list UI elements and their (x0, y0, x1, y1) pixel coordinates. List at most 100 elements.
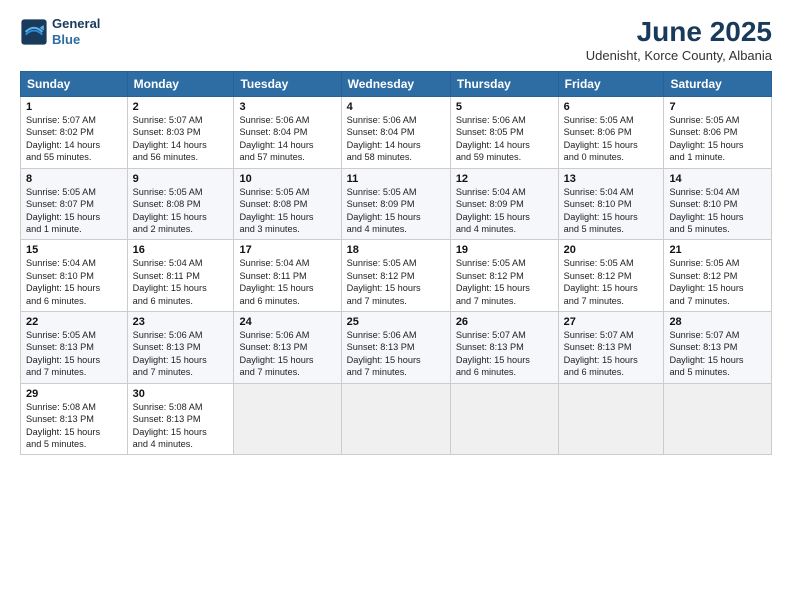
logo-general: General (52, 16, 100, 32)
col-wednesday: Wednesday (341, 72, 450, 97)
table-row: 17Sunrise: 5:04 AMSunset: 8:11 PMDayligh… (234, 240, 341, 312)
day-number: 1 (26, 101, 122, 113)
calendar: Sunday Monday Tuesday Wednesday Thursday… (20, 71, 772, 455)
day-number: 11 (347, 173, 445, 185)
col-saturday: Saturday (664, 72, 772, 97)
day-info: Sunrise: 5:06 AMSunset: 8:13 PMDaylight:… (239, 329, 335, 379)
table-row (664, 383, 772, 455)
day-info: Sunrise: 5:04 AMSunset: 8:09 PMDaylight:… (456, 186, 553, 236)
col-friday: Friday (558, 72, 664, 97)
table-row: 24Sunrise: 5:06 AMSunset: 8:13 PMDayligh… (234, 312, 341, 384)
calendar-week-row: 8Sunrise: 5:05 AMSunset: 8:07 PMDaylight… (21, 168, 772, 240)
table-row: 3Sunrise: 5:06 AMSunset: 8:04 PMDaylight… (234, 97, 341, 169)
table-row: 10Sunrise: 5:05 AMSunset: 8:08 PMDayligh… (234, 168, 341, 240)
day-info: Sunrise: 5:07 AMSunset: 8:13 PMDaylight:… (456, 329, 553, 379)
day-info: Sunrise: 5:06 AMSunset: 8:13 PMDaylight:… (347, 329, 445, 379)
day-number: 23 (133, 316, 229, 328)
day-number: 25 (347, 316, 445, 328)
day-info: Sunrise: 5:07 AMSunset: 8:02 PMDaylight:… (26, 114, 122, 164)
day-info: Sunrise: 5:05 AMSunset: 8:09 PMDaylight:… (347, 186, 445, 236)
table-row: 20Sunrise: 5:05 AMSunset: 8:12 PMDayligh… (558, 240, 664, 312)
table-row: 22Sunrise: 5:05 AMSunset: 8:13 PMDayligh… (21, 312, 128, 384)
day-info: Sunrise: 5:07 AMSunset: 8:03 PMDaylight:… (133, 114, 229, 164)
day-info: Sunrise: 5:05 AMSunset: 8:13 PMDaylight:… (26, 329, 122, 379)
day-info: Sunrise: 5:05 AMSunset: 8:12 PMDaylight:… (456, 257, 553, 307)
day-number: 17 (239, 244, 335, 256)
table-row: 8Sunrise: 5:05 AMSunset: 8:07 PMDaylight… (21, 168, 128, 240)
day-number: 13 (564, 173, 659, 185)
table-row: 15Sunrise: 5:04 AMSunset: 8:10 PMDayligh… (21, 240, 128, 312)
calendar-week-row: 29Sunrise: 5:08 AMSunset: 8:13 PMDayligh… (21, 383, 772, 455)
table-row: 28Sunrise: 5:07 AMSunset: 8:13 PMDayligh… (664, 312, 772, 384)
day-number: 21 (669, 244, 766, 256)
table-row: 29Sunrise: 5:08 AMSunset: 8:13 PMDayligh… (21, 383, 128, 455)
day-number: 26 (456, 316, 553, 328)
day-number: 7 (669, 101, 766, 113)
day-info: Sunrise: 5:05 AMSunset: 8:07 PMDaylight:… (26, 186, 122, 236)
table-row (341, 383, 450, 455)
calendar-week-row: 1Sunrise: 5:07 AMSunset: 8:02 PMDaylight… (21, 97, 772, 169)
table-row: 1Sunrise: 5:07 AMSunset: 8:02 PMDaylight… (21, 97, 128, 169)
table-row: 21Sunrise: 5:05 AMSunset: 8:12 PMDayligh… (664, 240, 772, 312)
day-info: Sunrise: 5:04 AMSunset: 8:10 PMDaylight:… (564, 186, 659, 236)
day-info: Sunrise: 5:04 AMSunset: 8:11 PMDaylight:… (133, 257, 229, 307)
day-number: 20 (564, 244, 659, 256)
day-number: 27 (564, 316, 659, 328)
day-info: Sunrise: 5:06 AMSunset: 8:13 PMDaylight:… (133, 329, 229, 379)
table-row (450, 383, 558, 455)
day-number: 2 (133, 101, 229, 113)
day-number: 29 (26, 388, 122, 400)
day-info: Sunrise: 5:07 AMSunset: 8:13 PMDaylight:… (669, 329, 766, 379)
table-row: 26Sunrise: 5:07 AMSunset: 8:13 PMDayligh… (450, 312, 558, 384)
col-sunday: Sunday (21, 72, 128, 97)
day-info: Sunrise: 5:04 AMSunset: 8:11 PMDaylight:… (239, 257, 335, 307)
day-info: Sunrise: 5:05 AMSunset: 8:08 PMDaylight:… (239, 186, 335, 236)
table-row: 9Sunrise: 5:05 AMSunset: 8:08 PMDaylight… (127, 168, 234, 240)
month-title: June 2025 (586, 16, 772, 48)
day-number: 4 (347, 101, 445, 113)
day-info: Sunrise: 5:04 AMSunset: 8:10 PMDaylight:… (669, 186, 766, 236)
day-number: 19 (456, 244, 553, 256)
table-row (234, 383, 341, 455)
day-info: Sunrise: 5:05 AMSunset: 8:12 PMDaylight:… (347, 257, 445, 307)
table-row: 25Sunrise: 5:06 AMSunset: 8:13 PMDayligh… (341, 312, 450, 384)
table-row: 19Sunrise: 5:05 AMSunset: 8:12 PMDayligh… (450, 240, 558, 312)
logo-blue: Blue (52, 32, 100, 48)
day-number: 10 (239, 173, 335, 185)
header: General Blue June 2025 Udenisht, Korce C… (20, 16, 772, 63)
day-number: 15 (26, 244, 122, 256)
col-thursday: Thursday (450, 72, 558, 97)
table-row: 18Sunrise: 5:05 AMSunset: 8:12 PMDayligh… (341, 240, 450, 312)
page: General Blue June 2025 Udenisht, Korce C… (0, 0, 792, 612)
day-info: Sunrise: 5:04 AMSunset: 8:10 PMDaylight:… (26, 257, 122, 307)
calendar-header-row: Sunday Monday Tuesday Wednesday Thursday… (21, 72, 772, 97)
day-number: 14 (669, 173, 766, 185)
day-number: 8 (26, 173, 122, 185)
table-row: 11Sunrise: 5:05 AMSunset: 8:09 PMDayligh… (341, 168, 450, 240)
location-subtitle: Udenisht, Korce County, Albania (586, 48, 772, 63)
day-number: 18 (347, 244, 445, 256)
title-area: June 2025 Udenisht, Korce County, Albani… (586, 16, 772, 63)
col-monday: Monday (127, 72, 234, 97)
table-row: 2Sunrise: 5:07 AMSunset: 8:03 PMDaylight… (127, 97, 234, 169)
logo-icon (20, 18, 48, 46)
table-row: 13Sunrise: 5:04 AMSunset: 8:10 PMDayligh… (558, 168, 664, 240)
table-row: 30Sunrise: 5:08 AMSunset: 8:13 PMDayligh… (127, 383, 234, 455)
day-number: 5 (456, 101, 553, 113)
table-row: 14Sunrise: 5:04 AMSunset: 8:10 PMDayligh… (664, 168, 772, 240)
table-row: 27Sunrise: 5:07 AMSunset: 8:13 PMDayligh… (558, 312, 664, 384)
day-number: 16 (133, 244, 229, 256)
day-info: Sunrise: 5:06 AMSunset: 8:04 PMDaylight:… (347, 114, 445, 164)
table-row: 4Sunrise: 5:06 AMSunset: 8:04 PMDaylight… (341, 97, 450, 169)
day-info: Sunrise: 5:05 AMSunset: 8:06 PMDaylight:… (669, 114, 766, 164)
day-info: Sunrise: 5:05 AMSunset: 8:12 PMDaylight:… (564, 257, 659, 307)
day-number: 6 (564, 101, 659, 113)
table-row: 7Sunrise: 5:05 AMSunset: 8:06 PMDaylight… (664, 97, 772, 169)
table-row: 6Sunrise: 5:05 AMSunset: 8:06 PMDaylight… (558, 97, 664, 169)
day-number: 28 (669, 316, 766, 328)
day-info: Sunrise: 5:05 AMSunset: 8:08 PMDaylight:… (133, 186, 229, 236)
logo-text: General Blue (52, 16, 100, 47)
calendar-week-row: 15Sunrise: 5:04 AMSunset: 8:10 PMDayligh… (21, 240, 772, 312)
col-tuesday: Tuesday (234, 72, 341, 97)
table-row: 12Sunrise: 5:04 AMSunset: 8:09 PMDayligh… (450, 168, 558, 240)
